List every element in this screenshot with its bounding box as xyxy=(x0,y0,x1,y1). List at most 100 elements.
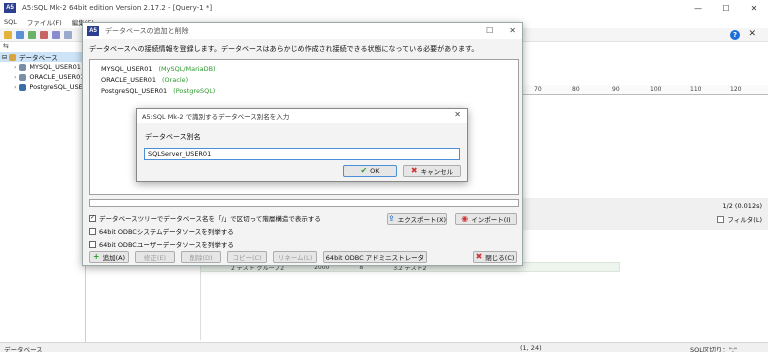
dialog-titlebar: A5 データベースの追加と削除 ☐ ✕ xyxy=(83,23,522,39)
checkbox-icon xyxy=(717,215,725,223)
list-item[interactable]: ORACLE_USER01 (Oracle) xyxy=(101,76,188,84)
checkbox-icon[interactable] xyxy=(89,240,96,248)
option-tree-hierarchy[interactable]: ✓ データベースツリーでデータベース名を「/」で区切って階層構造で表示する xyxy=(89,213,321,223)
import-button[interactable]: ◉ インポート(I) xyxy=(455,213,517,225)
help-icon[interactable]: ? xyxy=(730,30,740,40)
close-button[interactable]: ✕ xyxy=(454,110,461,119)
collapse-icon[interactable]: ⊟ xyxy=(2,54,7,61)
ruler-tick: 120 xyxy=(730,86,742,93)
tree-item-oracle[interactable]: › ORACLE_USER01 xyxy=(0,72,85,82)
app-icon: A5 xyxy=(87,26,99,36)
checkbox-checked-icon[interactable]: ✓ xyxy=(89,214,96,222)
tree-item-mysql[interactable]: › MYSQL_USER01 xyxy=(0,62,85,72)
option-label: データベースツリーでデータベース名を「/」で区切って階層構造で表示する xyxy=(99,215,321,223)
status-cursor: (1, 24) xyxy=(520,344,542,352)
export-icon: ⇪ xyxy=(387,214,395,223)
rename-button[interactable]: リネーム(L) xyxy=(273,251,317,263)
copy-button[interactable]: コピー(C) xyxy=(227,251,267,263)
app-icon: A5 xyxy=(4,3,16,13)
connection-name: MYSQL_USER01 xyxy=(101,65,153,73)
connection-name: ORACLE_USER01 xyxy=(101,76,156,84)
close-icon: ✖ xyxy=(475,252,483,261)
table-icon[interactable] xyxy=(64,31,72,39)
export-button[interactable]: ⇪ エクスポート(X) xyxy=(387,213,447,225)
ruler-tick: 110 xyxy=(690,86,702,93)
ruler-tick: 70 xyxy=(534,86,542,93)
menu-file[interactable]: ファイル(F) xyxy=(27,17,62,27)
save-icon[interactable] xyxy=(16,31,24,39)
tree-item-label: PostgreSQL_USE xyxy=(29,83,83,91)
close-tab-icon[interactable]: ✕ xyxy=(748,29,756,39)
alias-dialog-title: A5:SQL Mk-2 で識別するデータベース別名を入力 xyxy=(142,113,290,121)
run-icon[interactable] xyxy=(28,31,36,39)
tree-item-label: ORACLE_USER01 xyxy=(29,73,85,81)
maximize-button[interactable]: ☐ xyxy=(486,26,493,35)
filter-checkbox[interactable]: フィルタ(L) xyxy=(717,214,762,224)
alias-label: データベース別名 xyxy=(145,133,201,141)
ok-label: OK xyxy=(370,167,380,175)
expand-icon[interactable]: › xyxy=(14,74,16,81)
close-label: 閉じる(C) xyxy=(485,254,515,262)
add-label: 追加(A) xyxy=(102,254,126,262)
status-delimiter: SQL区切り：";" xyxy=(690,346,738,352)
menu-sql[interactable]: SQL xyxy=(4,18,17,26)
odbc-admin-button[interactable]: 64bit ODBC アドミニストレータ xyxy=(323,251,427,263)
window-controls: — ☐ ✕ xyxy=(684,0,768,16)
ok-button[interactable]: ✔ OK xyxy=(343,165,397,177)
minimize-button[interactable]: — xyxy=(684,0,712,16)
check-icon: ✔ xyxy=(360,166,368,175)
close-button[interactable]: ✕ xyxy=(740,0,768,16)
option-label: 64bit ODBCユーザーデータソースを列挙する xyxy=(99,241,234,249)
option-label: 64bit ODBCシステムデータソースを列挙する xyxy=(99,228,234,236)
close-button[interactable]: ✕ xyxy=(509,26,516,35)
tree-item-postgresql[interactable]: › PostgreSQL_USE xyxy=(0,82,85,92)
list-item[interactable]: MYSQL_USER01 (MySQL/MariaDB) xyxy=(101,65,216,73)
maximize-button[interactable]: ☐ xyxy=(712,0,740,16)
dialog-description: データベースへの接続情報を登録します。データベースはあらかじめ作成され接続できる… xyxy=(89,45,479,53)
stop-icon[interactable] xyxy=(40,31,48,39)
database-folder-icon xyxy=(9,53,17,61)
edit-button[interactable]: 修正(E) xyxy=(135,251,175,263)
postgresql-db-icon xyxy=(19,83,27,91)
connection-type: (MySQL/MariaDB) xyxy=(158,65,216,73)
cancel-label: キャンセル xyxy=(420,168,454,176)
database-tree-pane: ⇆ ⊟ データベース › MYSQL_USER01 › ORACLE_USER0… xyxy=(0,42,86,342)
status-left: データベース xyxy=(4,346,43,352)
alias-dialog-titlebar: A5:SQL Mk-2 で識別するデータベース別名を入力 ✕ xyxy=(137,109,467,123)
alias-input[interactable] xyxy=(144,148,460,160)
filter-label: フィルタ(L) xyxy=(727,216,762,224)
delete-button[interactable]: 削除(D) xyxy=(181,251,221,263)
close-dialog-button[interactable]: ✖ 閉じる(C) xyxy=(473,251,517,263)
result-count: 1/2 (0.012s) xyxy=(722,202,762,210)
plus-icon: + xyxy=(92,252,100,261)
ruler-tick: 100 xyxy=(650,86,662,93)
dialog-title: データベースの追加と削除 xyxy=(105,27,189,35)
open-folder-icon[interactable] xyxy=(4,31,12,39)
tree-item-label: MYSQL_USER01 xyxy=(29,63,81,71)
export-label: エクスポート(X) xyxy=(397,216,447,224)
tree-toggle-icon[interactable]: ⇆ xyxy=(0,42,85,52)
expand-icon[interactable]: › xyxy=(14,64,16,71)
database-icon[interactable] xyxy=(52,31,60,39)
import-icon: ◉ xyxy=(461,214,469,223)
cancel-icon: ✖ xyxy=(410,166,418,175)
tree-root-databases[interactable]: ⊟ データベース xyxy=(0,52,85,62)
ruler-tick: 80 xyxy=(572,86,580,93)
ruler-tick: 90 xyxy=(612,86,620,93)
checkbox-icon[interactable] xyxy=(89,227,96,235)
window-title: A5:SQL Mk-2 64bit edition Version 2.17.2… xyxy=(22,4,213,12)
oracle-db-icon xyxy=(19,73,27,81)
mysql-db-icon xyxy=(19,63,27,71)
horizontal-scrollbar[interactable] xyxy=(89,199,519,207)
expand-icon[interactable]: › xyxy=(14,84,16,91)
list-item[interactable]: PostgreSQL_USER01 (PostgreSQL) xyxy=(101,87,215,95)
alias-input-dialog: A5:SQL Mk-2 で識別するデータベース別名を入力 ✕ データベース別名 … xyxy=(136,108,468,182)
option-system-dsn[interactable]: 64bit ODBCシステムデータソースを列挙する xyxy=(89,226,234,236)
add-button[interactable]: + 追加(A) xyxy=(89,251,129,263)
connection-name: PostgreSQL_USER01 xyxy=(101,87,168,95)
option-user-dsn[interactable]: 64bit ODBCユーザーデータソースを列挙する xyxy=(89,239,234,249)
main-titlebar: A5 A5:SQL Mk-2 64bit edition Version 2.1… xyxy=(0,0,768,16)
cancel-button[interactable]: ✖ キャンセル xyxy=(403,165,461,177)
column-ruler: 70 80 90 100 110 120 xyxy=(520,85,768,95)
statusbar: データベース (1, 24) SQL区切り：";" xyxy=(0,342,768,352)
